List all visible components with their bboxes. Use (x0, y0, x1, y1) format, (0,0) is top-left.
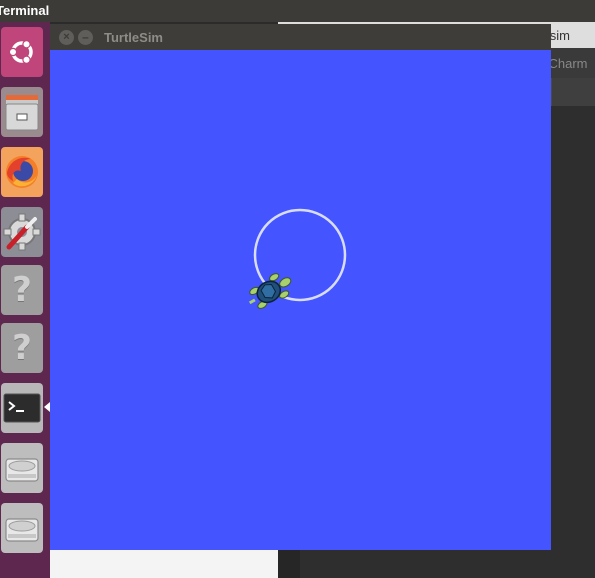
unknown-app-1-tile: ? (1, 265, 43, 315)
minimize-button[interactable]: – (78, 30, 93, 45)
question-mark-icon: ? (12, 328, 32, 368)
firefox-icon (6, 156, 38, 188)
launcher-item-firefox[interactable] (0, 146, 44, 198)
hard-drive-icon (5, 518, 39, 542)
launcher-item-unknown-app-2[interactable]: ? (0, 322, 44, 374)
hard-drive-icon (5, 458, 39, 482)
drive-1-tile (1, 443, 43, 493)
top-panel: Terminal (0, 0, 595, 22)
question-mark-icon: ? (12, 270, 32, 310)
turtle-icon (248, 273, 292, 309)
launcher-item-system-settings[interactable] (0, 206, 44, 258)
launcher-item-terminal[interactable] (0, 382, 44, 434)
window-title: TurtleSim (104, 30, 163, 45)
launcher: ? ? (0, 22, 50, 578)
ubuntu-logo-tile (1, 27, 43, 77)
launcher-item-drive-2[interactable] (0, 502, 44, 554)
drive-2-tile (1, 503, 43, 553)
turtlesim-window: × – TurtleSim (50, 24, 551, 550)
launcher-item-unknown-app-1[interactable]: ? (0, 264, 44, 316)
launcher-item-drive-1[interactable] (0, 442, 44, 494)
settings-wrench-icon (3, 213, 41, 251)
turtlesim-drawing (248, 208, 347, 309)
unknown-app-2-tile: ? (1, 323, 43, 373)
launcher-item-ubuntu-dash[interactable] (0, 26, 44, 78)
background-white-area (50, 549, 278, 578)
active-app-title: Terminal (0, 3, 50, 18)
close-button[interactable]: × (59, 30, 74, 45)
launcher-item-files[interactable] (0, 86, 44, 138)
background-strip-dark (552, 78, 595, 106)
terminal-tile (1, 383, 43, 433)
turtlesim-titlebar[interactable]: × – TurtleSim (50, 24, 551, 50)
turtlesim-canvas[interactable] (50, 50, 551, 550)
firefox-tile (1, 147, 43, 197)
ubuntu-logo-icon (8, 39, 33, 64)
file-cabinet-icon (5, 95, 39, 131)
files-tile (1, 87, 43, 137)
terminal-icon (3, 393, 41, 423)
settings-tile (1, 207, 43, 257)
